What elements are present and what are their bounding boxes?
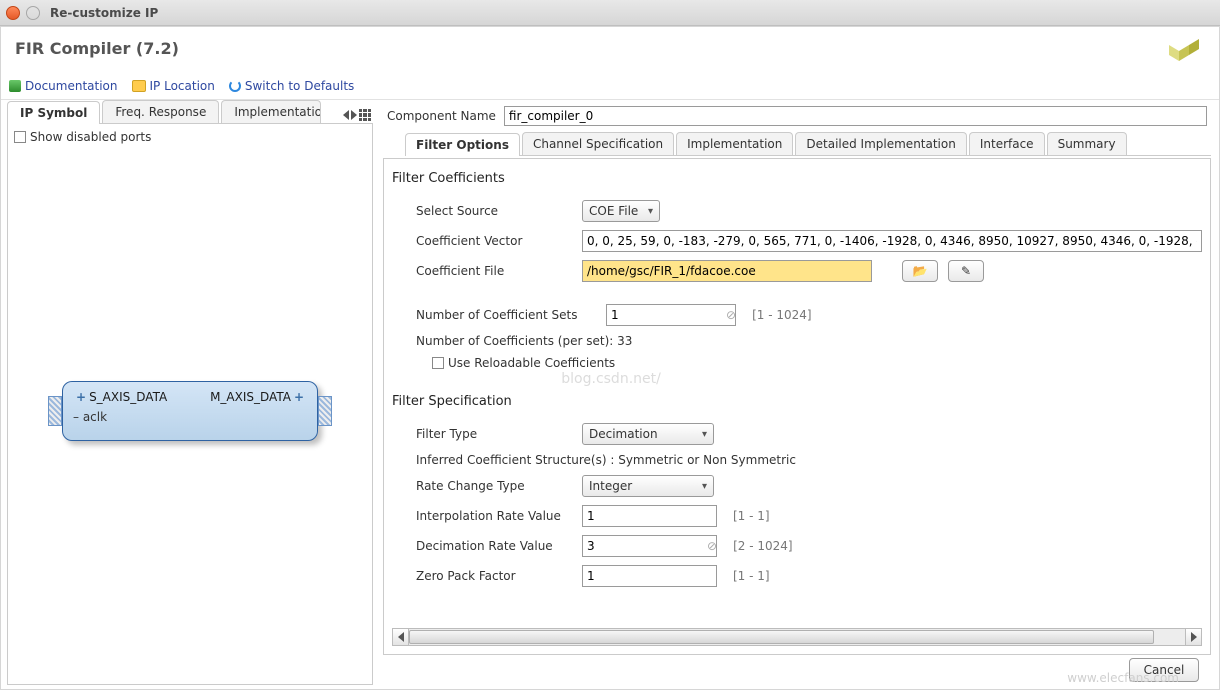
coeff-per-set-label: Number of Coefficients (per set): 33 <box>392 334 632 348</box>
zero-pack-label: Zero Pack Factor <box>392 569 572 583</box>
filter-specification-heading: Filter Specification <box>392 390 1202 419</box>
port-s-axis: S_AXIS_DATA <box>89 390 167 404</box>
decim-rate-hint: [2 - 1024] <box>733 539 793 553</box>
chevron-down-icon: ▾ <box>694 429 707 440</box>
scroll-thumb[interactable] <box>409 630 1154 644</box>
tab-ip-symbol[interactable]: IP Symbol <box>7 101 100 124</box>
horizontal-scrollbar[interactable] <box>392 628 1202 646</box>
interp-rate-hint: [1 - 1] <box>733 509 770 523</box>
filter-type-dropdown[interactable]: Decimation ▾ <box>582 423 714 445</box>
decim-rate-label: Decimation Rate Value <box>392 539 572 553</box>
window-title: Re-customize IP <box>50 6 158 20</box>
component-name-label: Component Name <box>387 109 496 123</box>
expand-out-icon[interactable]: + <box>294 390 304 404</box>
checkbox-icon <box>14 131 26 143</box>
folder-icon <box>132 80 146 92</box>
tab-scroll-right-icon[interactable] <box>351 110 357 120</box>
input-port-bus-icon <box>48 396 62 426</box>
output-port-bus-icon <box>318 396 332 426</box>
show-disabled-ports-label: Show disabled ports <box>30 130 151 144</box>
switch-defaults-label: Switch to Defaults <box>245 79 354 93</box>
coefficient-vector-label: Coefficient Vector <box>392 234 572 248</box>
tab-channel-specification[interactable]: Channel Specification <box>522 132 674 155</box>
ip-location-label: IP Location <box>150 79 215 93</box>
tab-freq-response[interactable]: Freq. Response <box>102 100 219 123</box>
preview-tabs: IP Symbol Freq. Response Implementation <box>7 100 373 124</box>
tab-filter-options[interactable]: Filter Options <box>405 133 520 156</box>
port-m-axis: M_AXIS_DATA <box>210 390 291 404</box>
chevron-down-icon: ▾ <box>640 206 653 217</box>
coeff-sets-input[interactable] <box>606 304 736 326</box>
rate-change-label: Rate Change Type <box>392 479 572 493</box>
page-title: FIR Compiler (7.2) <box>15 39 179 69</box>
settings-tabs: Filter Options Channel Specification Imp… <box>405 132 1211 156</box>
scroll-right-icon[interactable] <box>1185 629 1201 645</box>
tab-implementation[interactable]: Implementation <box>676 132 793 155</box>
inferred-structure-label: Inferred Coefficient Structure(s) : Symm… <box>392 453 796 467</box>
expand-in-icon[interactable]: + <box>76 390 86 404</box>
documentation-link[interactable]: Documentation <box>9 79 118 93</box>
port-aclk: aclk <box>83 410 107 424</box>
folder-open-icon: 📂 <box>913 264 928 278</box>
edit-icon: ✎ <box>961 264 971 278</box>
select-source-label: Select Source <box>392 204 572 218</box>
tab-implementation-preview[interactable]: Implementation <box>221 100 321 123</box>
reloadable-label: Use Reloadable Coefficients <box>448 356 615 370</box>
scroll-left-icon[interactable] <box>393 629 409 645</box>
tab-interface[interactable]: Interface <box>969 132 1045 155</box>
filter-coefficients-heading: Filter Coefficients <box>392 167 1202 196</box>
filter-type-value: Decimation <box>589 427 658 441</box>
zero-pack-hint: [1 - 1] <box>733 569 770 583</box>
checkbox-icon <box>432 357 444 369</box>
titlebar: Re-customize IP <box>0 0 1220 26</box>
show-all-tabs-icon[interactable] <box>359 109 371 121</box>
filter-type-label: Filter Type <box>392 427 572 441</box>
documentation-label: Documentation <box>25 79 118 93</box>
switch-to-defaults-link[interactable]: Switch to Defaults <box>229 79 354 93</box>
ip-symbol-block: +S_AXIS_DATA M_AXIS_DATA+ – aclk <box>62 381 318 441</box>
vendor-logo-icon <box>1165 39 1205 69</box>
coefficient-file-label: Coefficient File <box>392 264 572 278</box>
show-disabled-ports-checkbox[interactable]: Show disabled ports <box>14 130 366 144</box>
interp-rate-label: Interpolation Rate Value <box>392 509 572 523</box>
tab-detailed-implementation[interactable]: Detailed Implementation <box>795 132 966 155</box>
scroll-track[interactable] <box>409 629 1185 645</box>
tab-scroll-left-icon[interactable] <box>343 110 349 120</box>
rate-change-dropdown[interactable]: Integer ▾ <box>582 475 714 497</box>
interp-rate-input[interactable] <box>582 505 717 527</box>
reloadable-checkbox[interactable]: Use Reloadable Coefficients <box>432 356 615 370</box>
browse-file-button[interactable]: 📂 <box>902 260 938 282</box>
minimize-icon[interactable] <box>26 6 40 20</box>
rate-change-value: Integer <box>589 479 632 493</box>
cancel-label: Cancel <box>1144 663 1185 677</box>
reset-icon <box>229 80 241 92</box>
ip-location-link[interactable]: IP Location <box>132 79 215 93</box>
coefficient-file-input[interactable] <box>582 260 872 282</box>
cube-icon <box>9 80 21 92</box>
zero-pack-input[interactable] <box>582 565 717 587</box>
coeff-sets-label: Number of Coefficient Sets <box>392 308 596 322</box>
chevron-down-icon: ▾ <box>694 481 707 492</box>
tab-summary[interactable]: Summary <box>1047 132 1127 155</box>
close-icon[interactable] <box>6 6 20 20</box>
select-source-value: COE File <box>589 204 638 218</box>
select-source-dropdown[interactable]: COE File ▾ <box>582 200 660 222</box>
coefficient-vector-input[interactable] <box>582 230 1202 252</box>
component-name-input[interactable] <box>504 106 1207 126</box>
cancel-button[interactable]: Cancel <box>1129 658 1199 682</box>
decim-rate-input[interactable] <box>582 535 717 557</box>
edit-file-button[interactable]: ✎ <box>948 260 984 282</box>
coeff-sets-hint: [1 - 1024] <box>752 308 812 322</box>
